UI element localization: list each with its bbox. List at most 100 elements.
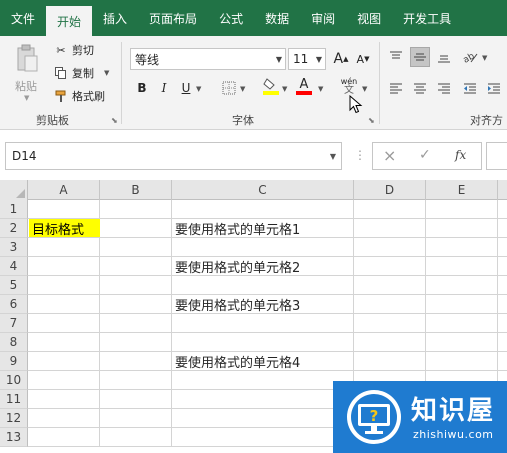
grow-font-button[interactable]: A ▲ xyxy=(332,49,350,69)
grid-cell-d8[interactable] xyxy=(354,333,426,352)
top-align-button[interactable] xyxy=(386,47,406,67)
grid-cell-c5[interactable] xyxy=(172,276,354,295)
font-color-button[interactable]: A xyxy=(294,76,314,96)
copy-button[interactable]: 复制 ▼ xyxy=(54,64,109,82)
grid-cell-b1[interactable] xyxy=(100,200,172,219)
grid-cell-f6[interactable] xyxy=(498,295,507,314)
font-name-combobox[interactable]: 等线 ▼ xyxy=(130,48,286,70)
underline-button[interactable]: U xyxy=(178,78,194,98)
row-header-12[interactable]: 12 xyxy=(0,409,28,428)
grid-cell-a8[interactable] xyxy=(28,333,100,352)
grid-cell-b7[interactable] xyxy=(100,314,172,333)
grid-cell-b4[interactable] xyxy=(100,257,172,276)
tab-file[interactable]: 文件 xyxy=(0,0,46,36)
grid-cell-c7[interactable] xyxy=(172,314,354,333)
font-size-combobox[interactable]: 11 ▼ xyxy=(288,48,326,70)
phonetic-dropdown-icon[interactable]: ▼ xyxy=(362,85,367,93)
grid-cell-f2[interactable] xyxy=(498,219,507,238)
bottom-align-button[interactable] xyxy=(434,47,454,67)
grid-cell-b10[interactable] xyxy=(100,371,172,390)
chevron-down-icon[interactable]: ▼ xyxy=(276,55,282,64)
cancel-icon[interactable]: × xyxy=(383,146,396,165)
underline-dropdown-icon[interactable]: ▼ xyxy=(196,85,201,93)
font-launcher-icon[interactable]: ⬊ xyxy=(368,116,375,125)
grid-cell-c11[interactable] xyxy=(172,390,354,409)
grid-cell-d2[interactable] xyxy=(354,219,426,238)
tab-home[interactable]: 开始 xyxy=(46,6,93,36)
grid-cell-f1[interactable] xyxy=(498,200,507,219)
tab-page-layout[interactable]: 页面布局 xyxy=(138,0,208,36)
grid-cell-b6[interactable] xyxy=(100,295,172,314)
row-header-9[interactable]: 9 xyxy=(0,352,28,371)
grid-cell-e1[interactable] xyxy=(426,200,498,219)
grid-cell-f9[interactable] xyxy=(498,352,507,371)
row-header-8[interactable]: 8 xyxy=(0,333,28,352)
row-header-7[interactable]: 7 xyxy=(0,314,28,333)
clipboard-launcher-icon[interactable]: ⬊ xyxy=(111,116,118,125)
paste-button[interactable]: 粘贴 ▼ xyxy=(10,42,46,102)
column-header-a[interactable]: A xyxy=(28,180,100,200)
column-header-f[interactable] xyxy=(498,180,507,200)
cell-c2[interactable]: 要使用格式的单元格1 xyxy=(175,219,300,238)
left-align-button[interactable] xyxy=(386,78,406,98)
row-header-6[interactable]: 6 xyxy=(0,295,28,314)
row-header-3[interactable]: 3 xyxy=(0,238,28,257)
grid-cell-b8[interactable] xyxy=(100,333,172,352)
tab-formulas[interactable]: 公式 xyxy=(208,0,254,36)
bold-button[interactable]: B xyxy=(134,78,150,98)
row-header-1[interactable]: 1 xyxy=(0,200,28,219)
right-align-button[interactable] xyxy=(434,78,454,98)
shrink-font-button[interactable]: A ▼ xyxy=(354,49,372,69)
grid-cell-b11[interactable] xyxy=(100,390,172,409)
phonetic-guide-button[interactable]: wén 文 xyxy=(338,76,360,96)
grid-cell-a4[interactable] xyxy=(28,257,100,276)
grid-cell-d9[interactable] xyxy=(354,352,426,371)
grid-cell-a11[interactable] xyxy=(28,390,100,409)
insert-function-icon[interactable]: fx xyxy=(455,148,466,162)
tab-insert[interactable]: 插入 xyxy=(92,0,138,36)
grid-cell-e8[interactable] xyxy=(426,333,498,352)
grid-cell-b9[interactable] xyxy=(100,352,172,371)
grid-cell-c8[interactable] xyxy=(172,333,354,352)
center-align-button[interactable] xyxy=(410,78,430,98)
formula-input[interactable] xyxy=(486,142,507,170)
grid-cell-d1[interactable] xyxy=(354,200,426,219)
row-header-13[interactable]: 13 xyxy=(0,428,28,447)
column-header-e[interactable]: E xyxy=(426,180,498,200)
row-header-2[interactable]: 2 xyxy=(0,219,28,238)
row-header-5[interactable]: 5 xyxy=(0,276,28,295)
tab-developer[interactable]: 开发工具 xyxy=(392,0,462,36)
grid-cell-a7[interactable] xyxy=(28,314,100,333)
grid-cell-f3[interactable] xyxy=(498,238,507,257)
grid-cell-d5[interactable] xyxy=(354,276,426,295)
font-color-dropdown-icon[interactable]: ▼ xyxy=(318,85,323,93)
cell-c9[interactable]: 要使用格式的单元格4 xyxy=(175,352,300,371)
grid-cell-f4[interactable] xyxy=(498,257,507,276)
grid-cell-a5[interactable] xyxy=(28,276,100,295)
vertical-dots-icon[interactable]: ⋮ xyxy=(354,148,366,162)
orientation-button[interactable]: ab xyxy=(460,47,480,67)
grid-cell-e7[interactable] xyxy=(426,314,498,333)
enter-icon[interactable]: ✓ xyxy=(419,147,431,163)
italic-button[interactable]: I xyxy=(156,78,172,98)
row-header-11[interactable]: 11 xyxy=(0,390,28,409)
grid-cell-b2[interactable] xyxy=(100,219,172,238)
grid-cell-a13[interactable] xyxy=(28,428,100,447)
grid-cell-a9[interactable] xyxy=(28,352,100,371)
row-header-10[interactable]: 10 xyxy=(0,371,28,390)
grid-cell-b5[interactable] xyxy=(100,276,172,295)
grid-cell-b3[interactable] xyxy=(100,238,172,257)
cut-button[interactable]: ✂ 剪切 xyxy=(54,41,94,59)
grid-cell-d4[interactable] xyxy=(354,257,426,276)
grid-cell-a6[interactable] xyxy=(28,295,100,314)
grid-cell-d7[interactable] xyxy=(354,314,426,333)
grid-cell-c1[interactable] xyxy=(172,200,354,219)
orientation-dropdown-icon[interactable]: ▼ xyxy=(482,54,487,62)
grid-cell-e3[interactable] xyxy=(426,238,498,257)
fill-color-dropdown-icon[interactable]: ▼ xyxy=(282,85,287,93)
grid-cell-a3[interactable] xyxy=(28,238,100,257)
cell-c4[interactable]: 要使用格式的单元格2 xyxy=(175,257,300,276)
cell-c6[interactable]: 要使用格式的单元格3 xyxy=(175,295,300,314)
border-dropdown-icon[interactable]: ▼ xyxy=(240,85,245,93)
copy-dropdown-icon[interactable]: ▼ xyxy=(104,69,109,77)
